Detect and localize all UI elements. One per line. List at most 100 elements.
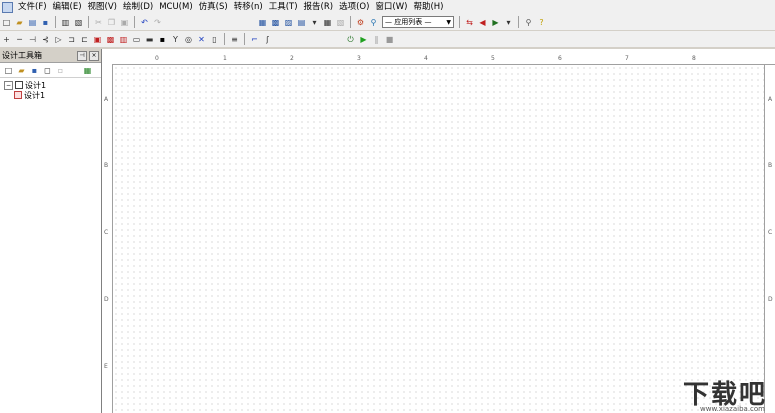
- rf-icon[interactable]: Y: [170, 34, 181, 45]
- cut-icon[interactable]: ✂: [93, 17, 104, 28]
- forward-annotate-icon[interactable]: ▶: [490, 17, 501, 28]
- zoom-fit-icon[interactable]: ▩: [270, 17, 281, 28]
- redo-icon[interactable]: ↷: [152, 17, 163, 28]
- toolbar-separator: [134, 16, 135, 28]
- transistor-icon[interactable]: ⊰: [40, 34, 51, 45]
- diode-icon[interactable]: ⊣: [27, 34, 38, 45]
- menu-simulate[interactable]: 仿真(S): [196, 0, 231, 14]
- peripheral-icon[interactable]: ▪: [157, 34, 168, 45]
- find-icon[interactable]: ⚲: [523, 17, 534, 28]
- open-icon[interactable]: ▤: [27, 17, 38, 28]
- new-design-icon[interactable]: □: [3, 65, 14, 76]
- chevron-down-icon[interactable]: ▾: [503, 17, 514, 28]
- menu-options[interactable]: 选项(O): [336, 0, 372, 14]
- pause-icon[interactable]: ‖: [371, 34, 382, 45]
- help-icon[interactable]: ?: [536, 17, 547, 28]
- ruler-col-label: 0: [155, 55, 159, 62]
- run-icon[interactable]: ▶: [358, 34, 369, 45]
- watermark-url: www.xiazaiba.com: [700, 405, 765, 413]
- transfer-icon[interactable]: ⇆: [464, 17, 475, 28]
- basic-icon[interactable]: ─: [14, 34, 25, 45]
- chevron-down-icon: ▼: [446, 18, 451, 26]
- simulate-switch-icon[interactable]: ⏻: [345, 34, 356, 45]
- component-tree-icon[interactable]: ⚙: [355, 17, 366, 28]
- indicator-icon[interactable]: ▥: [118, 34, 129, 45]
- menu-file[interactable]: 文件(F): [15, 0, 50, 14]
- open-folder-icon[interactable]: ▰: [14, 17, 25, 28]
- app-icon[interactable]: [2, 1, 13, 13]
- netlist-icon[interactable]: ⚲: [368, 17, 379, 28]
- right-ruler: A B C D: [764, 64, 775, 413]
- save-icon[interactable]: ▪: [40, 17, 51, 28]
- stop-icon[interactable]: ■: [384, 34, 395, 45]
- tree-root[interactable]: − 设计1: [4, 80, 101, 90]
- toolbar-separator: [518, 16, 519, 28]
- menu-tools[interactable]: 工具(T): [266, 0, 301, 14]
- analog-icon[interactable]: ▷: [53, 34, 64, 45]
- mixed-icon[interactable]: ▩: [105, 34, 116, 45]
- menu-transfer[interactable]: 转移(n): [231, 0, 266, 14]
- schematic-icon: [14, 91, 22, 99]
- toolbar-separator: [88, 16, 89, 28]
- toolbar-separator: [55, 16, 56, 28]
- toolbar-separator: [459, 16, 460, 28]
- menu-help[interactable]: 帮助(H): [410, 0, 446, 14]
- electromechanical-icon[interactable]: ◎: [183, 34, 194, 45]
- mcu-icon[interactable]: ▯: [209, 34, 220, 45]
- collapse-icon[interactable]: −: [4, 80, 13, 90]
- menu-edit[interactable]: 编辑(E): [50, 0, 85, 14]
- ruler-col-label: 7: [625, 55, 629, 62]
- tree-child-label: 设计1: [24, 90, 46, 100]
- menu-view[interactable]: 视图(V): [85, 0, 120, 14]
- bus-icon[interactable]: ⌐: [249, 34, 260, 45]
- full-screen-icon[interactable]: ▦: [257, 17, 268, 28]
- panel-controls: ⊣ ×: [77, 50, 101, 61]
- pin-icon[interactable]: ⊣: [77, 50, 87, 61]
- tree-child[interactable]: 设计1: [4, 90, 101, 100]
- ruler-col-label: 1: [223, 55, 227, 62]
- rename-icon[interactable]: ▫: [55, 65, 66, 76]
- misc-digital-icon[interactable]: ▣: [92, 34, 103, 45]
- open-design-icon[interactable]: ▰: [16, 65, 27, 76]
- wire-icon[interactable]: ʃ: [262, 34, 273, 45]
- print-preview-icon[interactable]: ▧: [73, 17, 84, 28]
- close-design-icon[interactable]: ◻: [42, 65, 53, 76]
- chevron-down-icon[interactable]: ▾: [309, 17, 320, 28]
- postprocessor-icon[interactable]: ▧: [335, 17, 346, 28]
- component-icon[interactable]: ▤: [296, 17, 307, 28]
- back-annotate-icon[interactable]: ◀: [477, 17, 488, 28]
- new-file-icon[interactable]: □: [1, 17, 12, 28]
- hierarchical-block-icon[interactable]: ≡: [229, 34, 240, 45]
- ruler-row-label: B: [104, 162, 109, 169]
- ruler-col-label: 4: [424, 55, 428, 62]
- misc-icon[interactable]: ▬: [144, 34, 155, 45]
- top-ruler: 0 1 2 3 4 5 6 7 8: [112, 54, 775, 65]
- ni-component-icon[interactable]: ✕: [196, 34, 207, 45]
- grapher-icon[interactable]: ▦: [322, 17, 333, 28]
- schematic-canvas[interactable]: 0 1 2 3 4 5 6 7 8 A B C D E A B C D: [102, 49, 775, 413]
- power-component-icon[interactable]: ▭: [131, 34, 142, 45]
- schematic-grid[interactable]: [113, 65, 764, 413]
- print-icon[interactable]: ▥: [60, 17, 71, 28]
- ruler-col-label: 6: [558, 55, 562, 62]
- power-source-icon[interactable]: +: [1, 34, 12, 45]
- list-combo[interactable]: — 应用列表 — ▼: [382, 16, 454, 28]
- menu-draw[interactable]: 绘制(D): [120, 0, 156, 14]
- zoom-area-icon[interactable]: ▨: [283, 17, 294, 28]
- properties-icon[interactable]: ▦: [82, 65, 93, 76]
- main-toolbar: □ ▰ ▤ ▪ ▥ ▧ ✂ ❐ ▣ ↶ ↷ ▦ ▩ ▨ ▤ ▾ ▦ ▧ ⚙ ⚲ …: [0, 14, 775, 30]
- menu-reports[interactable]: 报告(R): [301, 0, 337, 14]
- ttl-icon[interactable]: ⊐: [66, 34, 77, 45]
- menu-window[interactable]: 窗口(W): [372, 0, 410, 14]
- copy-icon[interactable]: ❐: [106, 17, 117, 28]
- paste-icon[interactable]: ▣: [119, 17, 130, 28]
- menu-bar: 文件(F) 编辑(E) 视图(V) 绘制(D) MCU(M) 仿真(S) 转移(…: [0, 0, 775, 14]
- close-icon[interactable]: ×: [89, 50, 99, 61]
- undo-icon[interactable]: ↶: [139, 17, 150, 28]
- menu-mcu[interactable]: MCU(M): [156, 0, 195, 14]
- panel-toolbar: □ ▰ ▪ ◻ ▫ ▦: [0, 63, 101, 78]
- toolbar-separator: [244, 33, 245, 45]
- ruler-col-label: 2: [290, 55, 294, 62]
- cmos-icon[interactable]: ⊏: [79, 34, 90, 45]
- save-design-icon[interactable]: ▪: [29, 65, 40, 76]
